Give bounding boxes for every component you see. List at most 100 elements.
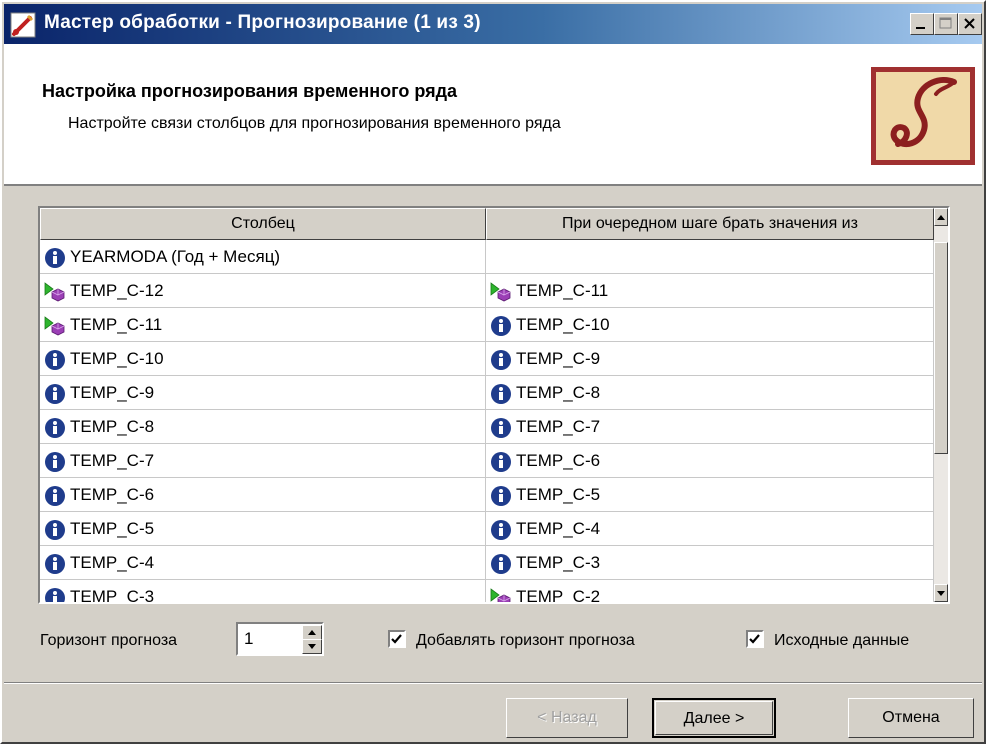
cell-column-text: TEMP_C-12 xyxy=(70,281,164,300)
cell-source-text: TEMP_C-10 xyxy=(516,315,610,334)
cell-source[interactable]: TEMP_C-5 xyxy=(486,478,934,512)
cell-column[interactable]: TEMP_C-9 xyxy=(40,376,486,410)
cell-source-text: TEMP_C-6 xyxy=(516,451,601,470)
cancel-button[interactable]: Отмена xyxy=(848,698,974,738)
step-title: Настройка прогнозирования временного ряд… xyxy=(42,81,458,101)
cell-source[interactable]: TEMP_C-2 xyxy=(486,580,934,602)
table-row[interactable]: TEMP_C-7 TEMP_C-6 xyxy=(40,444,934,478)
forecast-icon xyxy=(44,282,65,302)
cell-source[interactable]: TEMP_C-4 xyxy=(486,512,934,546)
info-icon xyxy=(491,384,511,404)
cell-column-text: TEMP_C-11 xyxy=(70,315,163,334)
horizon-spinner[interactable]: 1 xyxy=(236,622,324,656)
table-row[interactable]: TEMP_C-10 TEMP_C-9 xyxy=(40,342,934,376)
table-row[interactable]: TEMP_C-4 TEMP_C-3 xyxy=(40,546,934,580)
wizard-window: Мастер обработки - Прогнозирование (1 из… xyxy=(0,0,986,744)
grid-vertical-scrollbar[interactable] xyxy=(934,208,948,602)
cell-source[interactable]: TEMP_C-9 xyxy=(486,342,934,376)
info-icon xyxy=(491,520,511,540)
cell-column[interactable]: TEMP_C-8 xyxy=(40,410,486,444)
cell-column[interactable]: YEARMODA (Год + Месяц) xyxy=(40,240,486,274)
table-row[interactable]: TEMP_C-11 TEMP_C-10 xyxy=(40,308,934,342)
cell-source-text: TEMP_C-5 xyxy=(516,485,601,504)
info-icon xyxy=(491,554,511,574)
spin-down-button[interactable] xyxy=(302,639,322,654)
step-subtitle: Настройте связи столбцов для прогнозиров… xyxy=(68,115,561,132)
scroll-thumb[interactable] xyxy=(934,242,948,454)
back-button[interactable]: < Назад xyxy=(506,698,628,738)
info-icon xyxy=(45,486,65,506)
table-row[interactable]: TEMP_C-8 TEMP_C-7 xyxy=(40,410,934,444)
cell-source-text: TEMP_C-11 xyxy=(516,281,609,300)
maximize-button[interactable] xyxy=(934,13,958,35)
cell-column-text: TEMP_C-7 xyxy=(70,451,155,470)
column-header-column[interactable]: Столбец xyxy=(40,208,486,240)
cell-column[interactable]: TEMP_C-7 xyxy=(40,444,486,478)
scroll-up-icon xyxy=(937,215,945,220)
horizon-label: Горизонт прогноза xyxy=(40,632,178,649)
cell-column-text: TEMP_C-4 xyxy=(70,553,155,572)
table-row[interactable]: TEMP_C-3 TEMP_C-2 xyxy=(40,580,934,602)
table-row[interactable]: TEMP_C-9 TEMP_C-8 xyxy=(40,376,934,410)
checkmark-icon xyxy=(391,634,402,644)
forecast-icon xyxy=(490,588,511,602)
cell-column-text: TEMP_C-3 xyxy=(70,587,155,602)
table-row[interactable]: TEMP_C-5 TEMP_C-4 xyxy=(40,512,934,546)
window-title: Мастер обработки - Прогнозирование (1 из… xyxy=(44,12,481,33)
table-row[interactable]: TEMP_C-6 TEMP_C-5 xyxy=(40,478,934,512)
spin-down-icon xyxy=(308,644,316,649)
next-button-label: Далее > xyxy=(683,710,745,727)
cell-column-text: TEMP_C-5 xyxy=(70,519,155,538)
cell-column-text: YEARMODA (Год + Месяц) xyxy=(70,247,281,266)
close-button[interactable] xyxy=(958,13,982,35)
minimize-button[interactable] xyxy=(910,13,934,35)
cell-column[interactable]: TEMP_C-5 xyxy=(40,512,486,546)
info-icon xyxy=(45,588,65,602)
title-bar[interactable]: Мастер обработки - Прогнозирование (1 из… xyxy=(4,4,982,44)
cell-source[interactable]: TEMP_C-3 xyxy=(486,546,934,580)
cell-source-text: TEMP_C-8 xyxy=(516,383,601,402)
wizard-header: Настройка прогнозирования временного ряд… xyxy=(4,44,982,186)
info-icon xyxy=(45,554,65,574)
info-icon xyxy=(45,248,65,268)
cell-column[interactable]: TEMP_C-3 xyxy=(40,580,486,602)
table-row[interactable]: TEMP_C-12 TEMP_C-11 xyxy=(40,274,934,308)
cell-source[interactable]: TEMP_C-7 xyxy=(486,410,934,444)
cell-column[interactable]: TEMP_C-11 xyxy=(40,308,486,342)
next-button[interactable]: Далее > xyxy=(652,698,776,738)
info-icon xyxy=(45,384,65,404)
add-horizon-checkbox[interactable] xyxy=(388,630,406,648)
cell-source[interactable] xyxy=(486,240,934,274)
info-icon xyxy=(491,486,511,506)
grid-body: Столбец При очередном шаге брать значени… xyxy=(40,208,934,602)
scroll-down-button[interactable] xyxy=(934,584,948,602)
info-icon xyxy=(491,452,511,472)
table-row[interactable]: YEARMODA (Год + Месяц) xyxy=(40,240,934,274)
source-data-checkbox[interactable] xyxy=(746,630,764,648)
add-horizon-label[interactable]: Добавлять горизонт прогноза xyxy=(416,632,635,650)
column-links-grid[interactable]: Столбец При очередном шаге брать значени… xyxy=(38,206,950,604)
column-header-source[interactable]: При очередном шаге брать значения из xyxy=(486,208,934,240)
button-separator xyxy=(4,682,982,684)
source-data-label[interactable]: Исходные данные xyxy=(774,632,909,650)
spin-up-icon xyxy=(308,630,316,635)
horizon-value[interactable]: 1 xyxy=(244,629,253,649)
cell-column[interactable]: TEMP_C-12 xyxy=(40,274,486,308)
cell-column[interactable]: TEMP_C-6 xyxy=(40,478,486,512)
cell-source[interactable]: TEMP_C-8 xyxy=(486,376,934,410)
forecast-icon xyxy=(490,282,511,302)
info-icon xyxy=(45,350,65,370)
cell-source-text: TEMP_C-3 xyxy=(516,553,601,572)
info-icon xyxy=(45,452,65,472)
cell-column-text: TEMP_C-8 xyxy=(70,417,155,436)
cell-source[interactable]: TEMP_C-11 xyxy=(486,274,934,308)
cell-source-text: TEMP_C-7 xyxy=(516,417,601,436)
spin-up-button[interactable] xyxy=(302,625,322,640)
info-icon xyxy=(491,418,511,438)
cell-source-text: TEMP_C-4 xyxy=(516,519,601,538)
cell-source[interactable]: TEMP_C-10 xyxy=(486,308,934,342)
cell-column[interactable]: TEMP_C-10 xyxy=(40,342,486,376)
scroll-up-button[interactable] xyxy=(934,208,948,226)
cell-column[interactable]: TEMP_C-4 xyxy=(40,546,486,580)
cell-source[interactable]: TEMP_C-6 xyxy=(486,444,934,478)
